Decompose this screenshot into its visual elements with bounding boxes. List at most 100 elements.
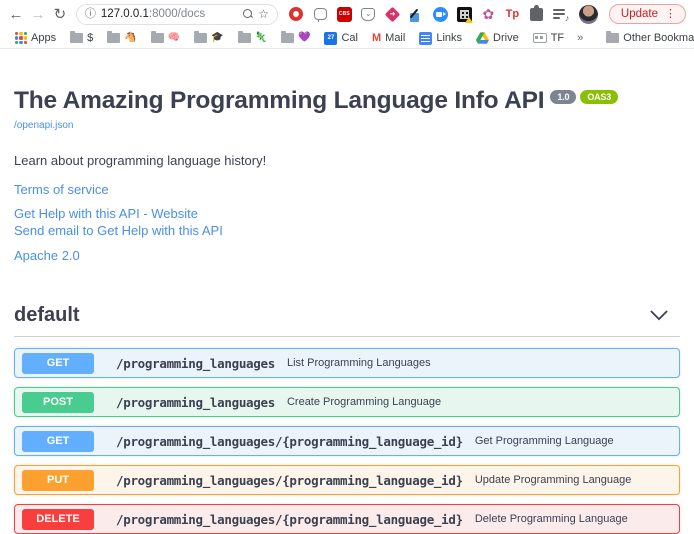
pocket-extension-icon[interactable]: ⌄ [360, 6, 377, 23]
drive-icon [476, 32, 489, 44]
site-info-icon[interactable]: ⓘ [85, 9, 96, 20]
eyedropper-icon [409, 7, 424, 22]
operation-path: /programming_languages/{programming_lang… [116, 473, 463, 488]
bookmark-label: $ [87, 32, 93, 44]
folder-icon [70, 33, 83, 43]
profile-avatar[interactable] [579, 5, 598, 24]
address-bar[interactable]: ⓘ 127.0.0.1:8000/docs ☆ [76, 4, 278, 25]
back-icon[interactable]: ← [8, 7, 24, 22]
brain-emoji-icon: 🧠 [168, 33, 180, 43]
bookmark-label: Links [436, 32, 462, 44]
flower-extension-icon[interactable]: ✿ [480, 6, 497, 23]
bookmark-star-icon[interactable]: ☆ [258, 7, 269, 21]
red-arrow-extension-icon[interactable] [384, 6, 401, 23]
page-title: The Amazing Programming Language Info AP… [14, 87, 544, 115]
qr-code-extension-icon[interactable] [456, 6, 473, 23]
operation-get-one[interactable]: GET /programming_languages/{programming_… [14, 426, 680, 456]
operations-list: GET /programming_languages List Programm… [14, 348, 680, 534]
api-info-links: Terms of service Get Help with this API … [14, 182, 680, 263]
folder-icon [606, 33, 619, 43]
operation-path: /programming_languages [116, 356, 275, 371]
puzzle-icon [530, 8, 543, 21]
bookmark-folder-grad[interactable]: 🎓 [189, 32, 228, 44]
operation-delete[interactable]: DELETE /programming_languages/{programmi… [14, 504, 680, 534]
openapi-spec-link[interactable]: /openapi.json [14, 120, 74, 131]
folder-icon [238, 33, 251, 43]
bookmarks-bar: Apps $ 🐴 🧠 🎓 🦎 💜 27 Cal M Mail Links Dri… [0, 28, 694, 49]
method-badge: DELETE [22, 509, 94, 530]
forward-icon[interactable]: → [30, 7, 46, 22]
reload-icon[interactable]: ↻ [52, 7, 68, 22]
url-host: 127.0.0.1 [101, 8, 149, 20]
apps-grid-icon [15, 32, 27, 44]
bookmark-mail[interactable]: M Mail [367, 31, 410, 45]
cbs-extension-icon[interactable]: CBS [336, 6, 353, 23]
contact-website-link[interactable]: Get Help with this API - Website [14, 206, 680, 223]
bookmark-apps[interactable]: Apps [10, 31, 61, 45]
bookmark-label: Apps [31, 32, 56, 44]
operation-get-list[interactable]: GET /programming_languages List Programm… [14, 348, 680, 378]
bookmark-folder-brain[interactable]: 🧠 [146, 32, 185, 44]
update-button[interactable]: Update ⋮ [609, 4, 686, 24]
red-ring-icon [289, 7, 303, 21]
horse-emoji-icon: 🐴 [124, 33, 136, 43]
operation-post-create[interactable]: POST /programming_languages Create Progr… [14, 387, 680, 417]
operation-summary: Delete Programming Language [475, 513, 628, 525]
terms-of-service-link[interactable]: Terms of service [14, 182, 680, 197]
folder-icon [281, 33, 294, 43]
tag-section-default[interactable]: default [14, 304, 680, 337]
operation-put-update[interactable]: PUT /programming_languages/{programming_… [14, 465, 680, 495]
api-description: Learn about programming language history… [14, 153, 680, 168]
playlist-extension-icon[interactable]: ♪ [552, 6, 569, 23]
url-text[interactable]: 127.0.0.1:8000/docs [101, 8, 238, 20]
tag-name: default [14, 304, 80, 327]
graduation-cap-emoji-icon: 🎓 [211, 33, 223, 43]
bookmark-folder-dollar[interactable]: $ [65, 31, 98, 45]
chat-bubble-extension-icon[interactable] [312, 6, 329, 23]
speech-bubble-icon [314, 8, 327, 20]
bookmarks-overflow-icon[interactable]: » [573, 32, 587, 44]
qr-code-icon [457, 7, 472, 22]
oas3-badge: OAS3 [580, 90, 618, 104]
method-badge: PUT [22, 470, 94, 491]
green-emoji-icon: 🦎 [255, 33, 267, 43]
url-path: :8000/docs [149, 8, 205, 20]
bookmark-folder-heart[interactable]: 💜 [276, 32, 315, 44]
license-link[interactable]: Apache 2.0 [14, 248, 680, 263]
api-title-row: The Amazing Programming Language Info AP… [14, 87, 680, 115]
folder-icon [107, 33, 120, 43]
pocket-chevron-icon: ⌄ [361, 8, 375, 21]
operation-path: /programming_languages/{programming_lang… [116, 512, 463, 527]
operation-summary: Create Programming Language [287, 396, 441, 408]
purple-heart-emoji-icon: 💜 [298, 33, 310, 43]
extensions-puzzle-icon[interactable] [528, 6, 545, 23]
music-playlist-icon: ♪ [553, 8, 567, 20]
zoom-extension-icon[interactable] [432, 6, 449, 23]
other-bookmarks-label: Other Bookmarks [623, 32, 694, 44]
method-badge: POST [22, 392, 94, 413]
tp-label: Tp [506, 8, 519, 20]
page-zoom-icon[interactable] [243, 9, 253, 19]
calendar-icon: 27 [324, 32, 337, 45]
bookmark-calendar[interactable]: 27 Cal [319, 31, 363, 46]
contact-email-link[interactable]: Send email to Get Help with this API [14, 223, 680, 240]
bookmark-folder-horse[interactable]: 🐴 [102, 32, 141, 44]
red-diamond-icon [385, 6, 401, 22]
other-bookmarks[interactable]: Other Bookmarks [601, 31, 694, 45]
video-camera-icon [433, 7, 448, 22]
chevron-down-icon[interactable] [650, 310, 668, 321]
browser-menu-icon[interactable]: ⋮ [665, 9, 676, 20]
browser-toolbar: ← → ↻ ⓘ 127.0.0.1:8000/docs ☆ CBS ⌄ ✿ Tp… [0, 0, 694, 28]
bookmark-drive[interactable]: Drive [471, 31, 524, 45]
tp-extension-icon[interactable]: Tp [504, 6, 521, 23]
method-badge: GET [22, 353, 94, 374]
color-picker-extension-icon[interactable] [408, 6, 425, 23]
bookmark-links[interactable]: Links [414, 31, 467, 46]
bookmark-folder-green[interactable]: 🦎 [233, 32, 272, 44]
operation-summary: Update Programming Language [475, 474, 632, 486]
extensions-row: CBS ⌄ ✿ Tp ♪ [288, 6, 569, 23]
operation-path: /programming_languages/{programming_lang… [116, 434, 463, 449]
bookmark-tf[interactable]: TF [528, 31, 569, 45]
bookmark-label: Mail [385, 32, 405, 44]
red-circle-extension-icon[interactable] [288, 6, 305, 23]
